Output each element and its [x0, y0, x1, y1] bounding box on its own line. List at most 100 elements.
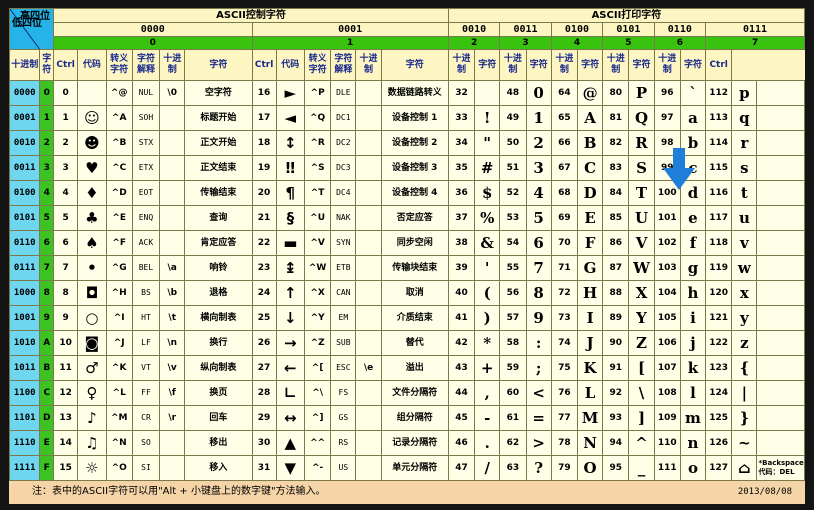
escape-sequence: [355, 180, 382, 206]
table-row: 0111 7 7 • ^G BEL \a 响铃 23 ↨ ^W ETB 传输块结束 39 ' 55 7 71 G 87…: [8, 255, 805, 281]
decimal-value: 92: [602, 380, 630, 406]
decimal-value: 120: [705, 280, 733, 306]
escape-sequence: [159, 155, 186, 181]
control-description: 横向制表: [184, 305, 253, 331]
decimal-value: 52: [499, 180, 527, 206]
escape-sequence: [355, 255, 382, 281]
decimal-value: 127: [705, 455, 733, 481]
printable-char: M: [576, 405, 604, 431]
decimal-value: 84: [602, 180, 630, 206]
control-glyph: ↕: [275, 130, 305, 156]
table-row: 1101 D 13 ♪ ^M CR \r 回车 29 ↔ ^] GS 组分隔符 45-61 = 77 M 93] 1…: [8, 405, 805, 431]
printable-char: :: [525, 330, 552, 356]
table-row: 0000 0 0 ^@ NUL \0 空字符 16 ► ^P DLE 数据链路转义 32 48 0 64 @80…: [8, 80, 805, 106]
decimal-value: 73: [550, 305, 578, 331]
high-bits-0100: 0100: [550, 22, 604, 37]
corner-cell: 高四位 低四位: [8, 8, 55, 50]
low-bits-label: 1000: [8, 280, 41, 306]
col-header-char: 字符: [184, 49, 253, 81]
control-glyph: ☻: [77, 130, 107, 156]
decimal-value: 106: [653, 330, 681, 356]
high-bits-0111: 0111: [705, 22, 805, 37]
decimal-value: 36: [447, 180, 476, 206]
low-hex-label: 5: [39, 205, 55, 231]
ctrl-empty: [756, 80, 805, 106]
ctrl-key: ^O: [105, 455, 133, 481]
decimal-value: 5: [53, 205, 79, 231]
control-description: 替代: [380, 330, 449, 356]
printable-char: 1: [525, 105, 552, 131]
printable-char: 5: [525, 205, 552, 231]
control-glyph: ‼: [275, 155, 305, 181]
decimal-value: 76: [550, 380, 578, 406]
printable-char: w: [731, 255, 758, 281]
control-glyph: §: [275, 205, 305, 231]
low-hex-label: B: [39, 355, 55, 381]
printable-char: [474, 80, 501, 106]
decimal-value: 112: [705, 80, 733, 106]
control-glyph: ↨: [275, 255, 305, 281]
decimal-value: 29: [251, 405, 277, 431]
decimal-value: 63: [499, 455, 527, 481]
control-code: NUL: [131, 80, 161, 106]
control-glyph: ♦: [77, 180, 107, 206]
col-header-decimal: 十进制: [447, 49, 476, 81]
decimal-value: 55: [499, 255, 527, 281]
decimal-value: 125: [705, 405, 733, 431]
printable-char: #: [474, 155, 501, 181]
decimal-value: 85: [602, 205, 630, 231]
escape-sequence: \t: [159, 305, 186, 331]
decimal-value: 105: [653, 305, 681, 331]
decimal-value: 3: [53, 155, 79, 181]
control-glyph: ♠: [77, 230, 107, 256]
high-hex-6: 6: [653, 36, 707, 50]
control-code: STX: [131, 130, 161, 156]
control-glyph: ¶: [275, 180, 305, 206]
printable-char: _: [628, 455, 655, 481]
decimal-value: 61: [499, 405, 527, 431]
low-bits-label: 1011: [8, 355, 41, 381]
ctrl-key: ^S: [303, 155, 332, 181]
decimal-value: 8: [53, 280, 79, 306]
col-header-decimal: 十进制: [159, 49, 186, 81]
ctrl-key: ^J: [105, 330, 133, 356]
printable-char: m: [679, 405, 707, 431]
printable-char: Z: [628, 330, 655, 356]
col-header-description: 字符解释: [131, 49, 161, 81]
escape-sequence: \0: [159, 80, 186, 106]
control-description: 设备控制 1: [380, 105, 449, 131]
printable-char: j: [679, 330, 707, 356]
decimal-value: 113: [705, 105, 733, 131]
decimal-value: 19: [251, 155, 277, 181]
high-hex-2: 2: [447, 36, 501, 50]
control-code: FS: [330, 380, 357, 406]
decimal-value: 103: [653, 255, 681, 281]
control-glyph: ►: [275, 80, 305, 106]
decimal-value: 68: [550, 180, 578, 206]
control-code: SUB: [330, 330, 357, 356]
decimal-value: 94: [602, 430, 630, 456]
ctrl-key: ^C: [105, 155, 133, 181]
printable-char: S: [628, 155, 655, 181]
table-row: 1111 F 15 ☼ ^O SI 移入 31 ▼ ^- US 单元分隔符 47/63? 79 O 95 _ 11…: [8, 455, 805, 481]
printable-char: q: [731, 105, 758, 131]
control-code: DC4: [330, 180, 357, 206]
decimal-value: 91: [602, 355, 630, 381]
ctrl-empty: [756, 330, 805, 356]
low-hex-label: 8: [39, 280, 55, 306]
printable-char: .: [474, 430, 501, 456]
high-hex-7: 7: [705, 36, 805, 50]
printable-char: f: [679, 230, 707, 256]
ctrl-key: ^W: [303, 255, 332, 281]
control-description: 介质结束: [380, 305, 449, 331]
control-code: LF: [131, 330, 161, 356]
control-glyph: ♣: [77, 205, 107, 231]
table-row: 0101 5 5 ♣ ^E ENQ 查询 21 § ^U NAK 否定应答 37% 53 5 69 E 85 U 10…: [8, 205, 805, 231]
printable-char: /: [474, 455, 501, 481]
printable-char: $: [474, 180, 501, 206]
printable-char: %: [474, 205, 501, 231]
decimal-value: 90: [602, 330, 630, 356]
escape-sequence: [355, 330, 382, 356]
control-code: ESC: [330, 355, 357, 381]
low-hex-label: 2: [39, 130, 55, 156]
